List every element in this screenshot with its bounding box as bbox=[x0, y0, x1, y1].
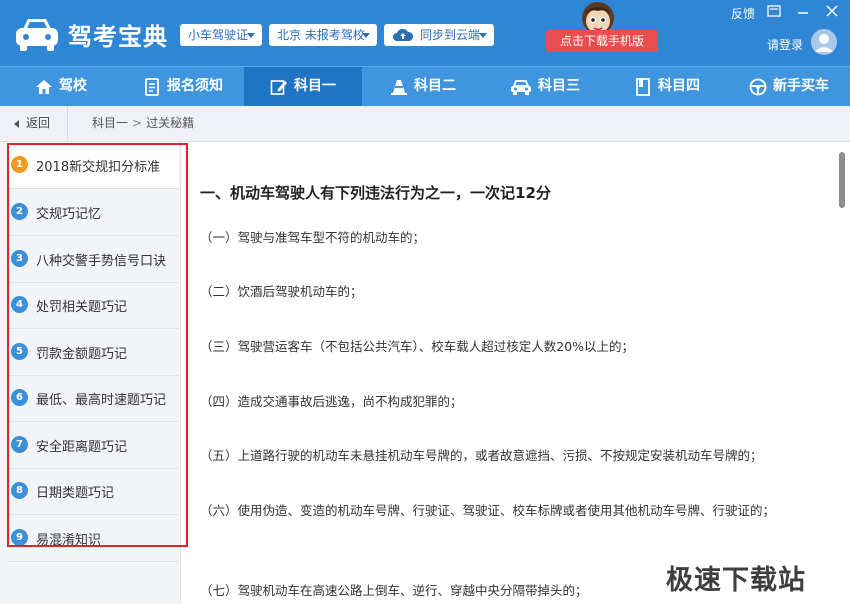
sidebar-item-label: 八种交警手势信号口诀 bbox=[36, 254, 167, 269]
article-content: 一、机动车驾驶人有下列违法行为之一，一次记12分 （一）驾驶与准驾车型不符的机动… bbox=[181, 142, 836, 604]
breadcrumb-bar: 返回 科目一 > 过关秘籍 bbox=[0, 106, 850, 142]
item-number-badge: 4 bbox=[11, 296, 28, 313]
back-button[interactable]: 返回 bbox=[0, 106, 68, 141]
app-title: 驾考宝典 bbox=[68, 23, 168, 51]
item-number-badge: 3 bbox=[11, 250, 28, 267]
sidebar-item-label: 安全距离题巧记 bbox=[36, 440, 128, 455]
item-number-badge: 9 bbox=[11, 529, 28, 546]
cloud-sync-dropdown[interactable]: 同步到云端 bbox=[384, 24, 494, 46]
nav-registration-info[interactable]: 报名须知 bbox=[122, 67, 244, 106]
sidebar-item-label: 2018新交规扣分标准 bbox=[36, 160, 161, 175]
edit-icon bbox=[270, 79, 287, 95]
steering-wheel-icon bbox=[749, 78, 767, 95]
chevron-down-icon bbox=[362, 33, 370, 38]
nav-label: 科目三 bbox=[538, 78, 580, 94]
chevron-down-icon bbox=[247, 33, 255, 38]
sidebar-item-label: 日期类题巧记 bbox=[36, 486, 115, 501]
license-type-value: 小车驾驶证 bbox=[188, 28, 249, 42]
sidebar-item-fines[interactable]: 5 罚款金额题巧记 bbox=[7, 329, 179, 376]
nav-label: 科目一 bbox=[294, 78, 336, 94]
article-paragraph: （三）驾驶营运客车（不包括公共汽车）、校车载人超过核定人数20%以上的； bbox=[200, 339, 635, 354]
item-number-badge: 7 bbox=[11, 436, 28, 453]
close-icon[interactable] bbox=[824, 4, 840, 18]
back-arrow-icon bbox=[14, 119, 19, 128]
nav-label: 报名须知 bbox=[167, 78, 223, 94]
book-icon bbox=[636, 77, 650, 96]
article-paragraph: （五）上道路行驶的机动车未悬挂机动车号牌的，或者故意遮挡、污损、不按规定安装机动… bbox=[200, 448, 763, 463]
feedback-link[interactable]: 反馈 bbox=[731, 5, 755, 22]
watermark: 极速下载站 bbox=[666, 565, 806, 596]
item-number-badge: 2 bbox=[11, 203, 28, 220]
driving-school-value: 北京 未报考驾校 bbox=[277, 28, 365, 42]
tips-sidebar: 1 2018新交规扣分标准 2 交规巧记忆 3 八种交警手势信号口诀 4 处罚相… bbox=[0, 142, 181, 604]
cloud-sync-label: 同步到云端 bbox=[420, 28, 481, 42]
download-mobile-button[interactable]: 点击下载手机版 bbox=[546, 30, 658, 52]
car-icon bbox=[511, 79, 531, 95]
license-type-dropdown[interactable]: 小车驾驶证 bbox=[180, 24, 262, 46]
article-paragraph: （二）饮酒后驾驶机动车的； bbox=[200, 284, 363, 299]
sidebar-item-point-deduction[interactable]: 1 2018新交规扣分标准 bbox=[7, 142, 179, 189]
sidebar-item-confusing[interactable]: 9 易混淆知识 bbox=[7, 515, 179, 562]
content-scrollbar[interactable] bbox=[836, 142, 850, 604]
nav-label: 科目二 bbox=[414, 78, 456, 94]
article-paragraph: （六）使用伪造、变造的机动车号牌、行驶证、驾驶证、校车标牌或者使用其他机动车号牌… bbox=[200, 503, 776, 518]
sidebar-item-hand-signals[interactable]: 3 八种交警手势信号口诀 bbox=[7, 236, 179, 283]
nav-new-car[interactable]: 新手买车 bbox=[728, 67, 850, 106]
article-heading: 一、机动车驾驶人有下列违法行为之一，一次记12分 bbox=[200, 184, 551, 202]
home-icon bbox=[36, 79, 52, 94]
item-number-badge: 6 bbox=[11, 389, 28, 406]
breadcrumb: 科目一 > 过关秘籍 bbox=[92, 106, 194, 141]
login-link[interactable]: 请登录 bbox=[767, 36, 803, 53]
driving-school-dropdown[interactable]: 北京 未报考驾校 bbox=[269, 24, 377, 46]
nav-label: 驾校 bbox=[59, 78, 87, 94]
cloud-upload-icon bbox=[393, 28, 414, 41]
main-nav: 驾校 报名须知 科目一 科目二 科目三 科目四 新手买车 bbox=[0, 66, 850, 106]
user-avatar[interactable] bbox=[811, 29, 837, 55]
sidebar-item-speed-limits[interactable]: 6 最低、最高时速题巧记 bbox=[7, 375, 179, 422]
back-label: 返回 bbox=[26, 116, 51, 130]
menu-icon[interactable] bbox=[766, 4, 782, 18]
sidebar-item-label: 交规巧记忆 bbox=[36, 207, 102, 222]
title-bar: 驾考宝典 小车驾驶证 北京 未报考驾校 同步到云端 点击下载手机版 反馈 请登录 bbox=[0, 0, 850, 66]
nav-subject-four[interactable]: 科目四 bbox=[606, 67, 728, 106]
sidebar-item-rules-memory[interactable]: 2 交规巧记忆 bbox=[7, 189, 179, 236]
nav-subject-two[interactable]: 科目二 bbox=[362, 67, 484, 106]
sidebar-item-label: 处罚相关题巧记 bbox=[36, 300, 128, 315]
cone-icon bbox=[391, 79, 407, 95]
sidebar-item-dates[interactable]: 8 日期类题巧记 bbox=[7, 468, 179, 515]
item-number-badge: 8 bbox=[11, 482, 28, 499]
minimize-icon[interactable] bbox=[795, 4, 811, 18]
item-number-badge: 5 bbox=[11, 343, 28, 360]
article-paragraph: （四）造成交通事故后逃逸，尚不构成犯罪的； bbox=[200, 394, 463, 409]
nav-driving-school[interactable]: 驾校 bbox=[0, 67, 122, 106]
breadcrumb-level1[interactable]: 科目一 bbox=[92, 116, 128, 130]
breadcrumb-level2: 过关秘籍 bbox=[146, 116, 195, 130]
article-paragraph: （一）驾驶与准驾车型不符的机动车的； bbox=[200, 230, 426, 245]
sidebar-item-label: 易混淆知识 bbox=[36, 533, 102, 548]
car-logo-icon bbox=[16, 19, 58, 51]
scrollbar-thumb[interactable] bbox=[839, 152, 845, 208]
nav-label: 科目四 bbox=[658, 78, 700, 94]
nav-subject-three[interactable]: 科目三 bbox=[484, 67, 606, 106]
sidebar-item-label: 最低、最高时速题巧记 bbox=[36, 393, 167, 408]
sidebar-item-penalty[interactable]: 4 处罚相关题巧记 bbox=[7, 282, 179, 329]
sidebar-item-label: 罚款金额题巧记 bbox=[36, 347, 128, 362]
user-icon bbox=[815, 34, 833, 52]
item-number-badge: 1 bbox=[11, 156, 28, 173]
breadcrumb-separator: > bbox=[132, 116, 143, 130]
chevron-down-icon bbox=[479, 33, 487, 38]
nav-label: 新手买车 bbox=[773, 78, 829, 94]
nav-subject-one[interactable]: 科目一 bbox=[244, 67, 362, 106]
document-icon bbox=[145, 77, 159, 96]
sidebar-item-safe-distance[interactable]: 7 安全距离题巧记 bbox=[7, 422, 179, 469]
